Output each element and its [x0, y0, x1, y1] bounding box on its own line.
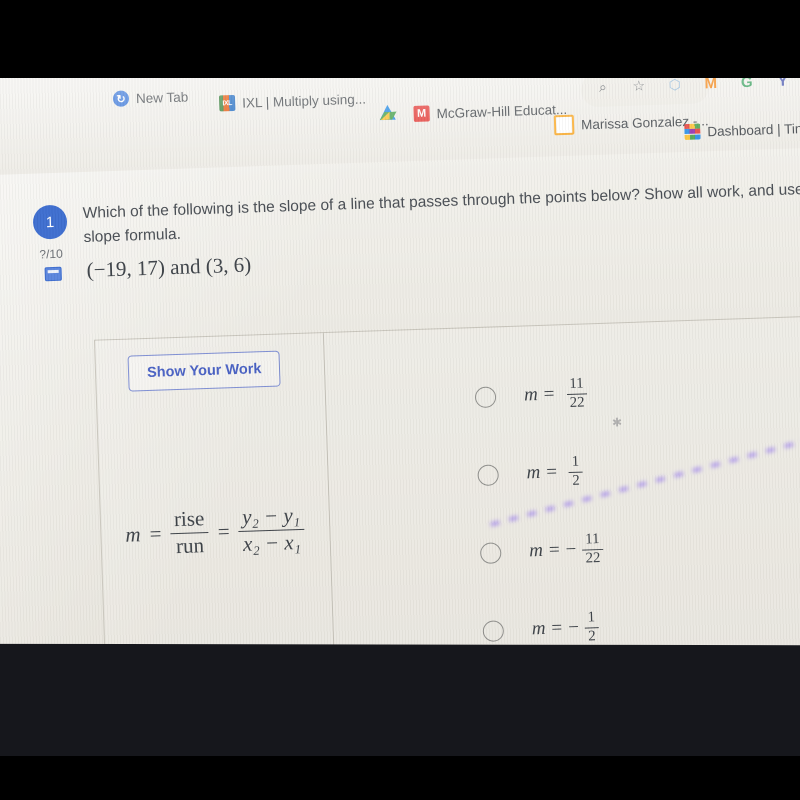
- answer-option-c[interactable]: m = − 11 22: [479, 531, 604, 570]
- option-math: m = − 11 22: [528, 531, 604, 569]
- formula-m: m: [125, 521, 141, 547]
- answer-option-a[interactable]: m = 11 22: [474, 375, 588, 414]
- option-m-label: m: [523, 384, 539, 406]
- laptop-screen: ↻ New Tab IXL IXL | Multiply using... M …: [0, 42, 800, 800]
- bookmark-label: McGraw-Hill Educat...: [436, 101, 568, 121]
- card-divider: [322, 333, 336, 683]
- bookmark-label: IXL | Multiply using...: [241, 91, 367, 111]
- option-equals: =: [543, 383, 555, 405]
- formula-run: run: [175, 532, 205, 558]
- option-fraction: 11 22: [566, 375, 588, 411]
- option-fraction: 11 22: [582, 531, 604, 567]
- question-prompt: Which of the following is the slope of a…: [82, 180, 800, 247]
- answer-options: m = 11 22 m = 1 2 m = − 11 22 m = − 1 2: [345, 317, 800, 682]
- option-equals: =: [548, 539, 560, 561]
- option-equals: =: [545, 461, 558, 483]
- formula-numerator: y₂ − y₁: [237, 503, 305, 532]
- delta-y-over-delta-x-fraction: y₂ − y₁ x₂ − x₁: [237, 503, 306, 556]
- answer-option-b[interactable]: m = 1 2: [477, 454, 583, 493]
- search-icon[interactable]: ⌕: [593, 76, 614, 97]
- dashboard-grid-icon: [684, 123, 701, 141]
- google-drive-icon: [379, 104, 395, 121]
- bookmark-mcgraw-hill[interactable]: M McGraw-Hill Educat...: [413, 101, 567, 122]
- option-m-label: m: [528, 539, 544, 562]
- answer-card: Show Your Work m = rise run = y₂ − y₁ x₂…: [93, 316, 800, 692]
- question-points-text: (−19, 17) and (3, 6): [86, 252, 252, 282]
- option-fraction: 1 2: [568, 454, 583, 490]
- option-math: m = − 1 2: [531, 609, 599, 646]
- option-denominator: 22: [585, 549, 601, 567]
- radio-button[interactable]: [474, 385, 497, 408]
- option-numerator: 1: [568, 454, 583, 473]
- option-numerator: 11: [566, 375, 588, 395]
- slope-formula: m = rise run = y₂ − y₁ x₂ − x₁: [125, 503, 306, 560]
- option-denominator: 2: [587, 627, 596, 645]
- bookmark-label: New Tab: [135, 88, 189, 106]
- option-denominator: 22: [569, 394, 585, 411]
- bookmark-google-drive[interactable]: [379, 104, 402, 121]
- formula-rise: rise: [169, 506, 209, 534]
- option-sign: −: [565, 538, 577, 561]
- letterbox-bottom: [0, 756, 800, 800]
- option-math: m = 11 22: [523, 375, 588, 412]
- letterbox-top: [0, 0, 800, 78]
- google-docs-icon: [553, 114, 575, 136]
- question-score: ?/10: [39, 246, 63, 262]
- rise-over-run-fraction: rise run: [169, 506, 210, 558]
- newtab-icon: ↻: [112, 90, 130, 107]
- bookmark-new-tab[interactable]: ↻ New Tab: [112, 88, 189, 107]
- answer-option-d[interactable]: m = − 1 2: [482, 609, 599, 648]
- option-numerator: 11: [582, 531, 603, 551]
- bookmark-star-icon[interactable]: ☆: [628, 75, 649, 96]
- radio-button[interactable]: [482, 619, 505, 642]
- radio-button[interactable]: [477, 463, 499, 486]
- question-number-badge: 1: [32, 204, 68, 240]
- show-your-work-button[interactable]: Show Your Work: [127, 350, 282, 392]
- formula-denominator: x₂ − x₁: [242, 529, 302, 556]
- option-sign: −: [567, 616, 580, 639]
- option-equals: =: [551, 617, 563, 639]
- bookmark-label: Dashboard | Tinker...: [707, 119, 800, 139]
- ixl-icon: IXL: [218, 94, 236, 112]
- formula-equals-2: =: [217, 518, 230, 544]
- option-fraction: 1 2: [584, 609, 599, 645]
- flag-question-icon[interactable]: [44, 266, 62, 282]
- mcgraw-hill-icon: M: [413, 105, 430, 122]
- bookmark-ixl[interactable]: IXL IXL | Multiply using...: [218, 91, 367, 112]
- option-math: m = 1 2: [526, 454, 583, 491]
- option-numerator: 1: [584, 609, 599, 629]
- formula-equals-1: =: [149, 521, 162, 546]
- photo-of-screen: ↻ New Tab IXL IXL | Multiply using... M …: [0, 0, 800, 800]
- option-denominator: 2: [572, 472, 581, 489]
- option-m-label: m: [531, 617, 546, 640]
- option-m-label: m: [526, 462, 541, 484]
- question-points: (−19, 17) and (3, 6): [86, 252, 251, 282]
- radio-button[interactable]: [479, 541, 502, 564]
